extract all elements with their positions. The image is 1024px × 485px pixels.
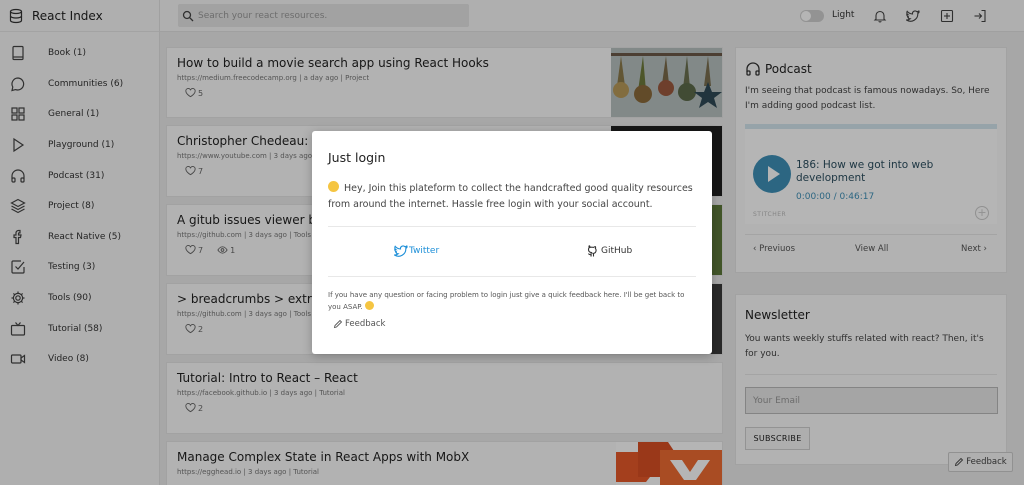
wave-emoji-icon [328, 181, 339, 192]
app-root: React Index Book (1) Communities (6) Gen… [0, 0, 1024, 485]
twitter-login-button[interactable]: Twitter [394, 244, 439, 258]
divider [328, 276, 696, 277]
help-text: If you have any question or facing probl… [328, 291, 685, 311]
modal-description: Hey, Join this plateform to collect the … [328, 181, 698, 213]
github-icon [587, 245, 597, 257]
modal-title: Just login [328, 150, 386, 165]
twitter-login-label: Twitter [409, 246, 440, 256]
modal-feedback-button[interactable]: Feedback [333, 319, 385, 329]
modal-description-text: Hey, Join this plateform to collect the … [328, 183, 693, 210]
github-login-label: GitHub [601, 246, 633, 256]
pencil-icon [333, 319, 343, 329]
login-modal: Just login Hey, Join this plateform to c… [312, 131, 712, 354]
divider [328, 226, 696, 227]
github-login-button[interactable]: GitHub [586, 244, 632, 258]
twitter-icon [394, 245, 408, 257]
smile-emoji-icon [364, 301, 374, 310]
modal-help-text: If you have any question or facing probl… [328, 289, 688, 313]
modal-feedback-label: Feedback [345, 319, 386, 329]
